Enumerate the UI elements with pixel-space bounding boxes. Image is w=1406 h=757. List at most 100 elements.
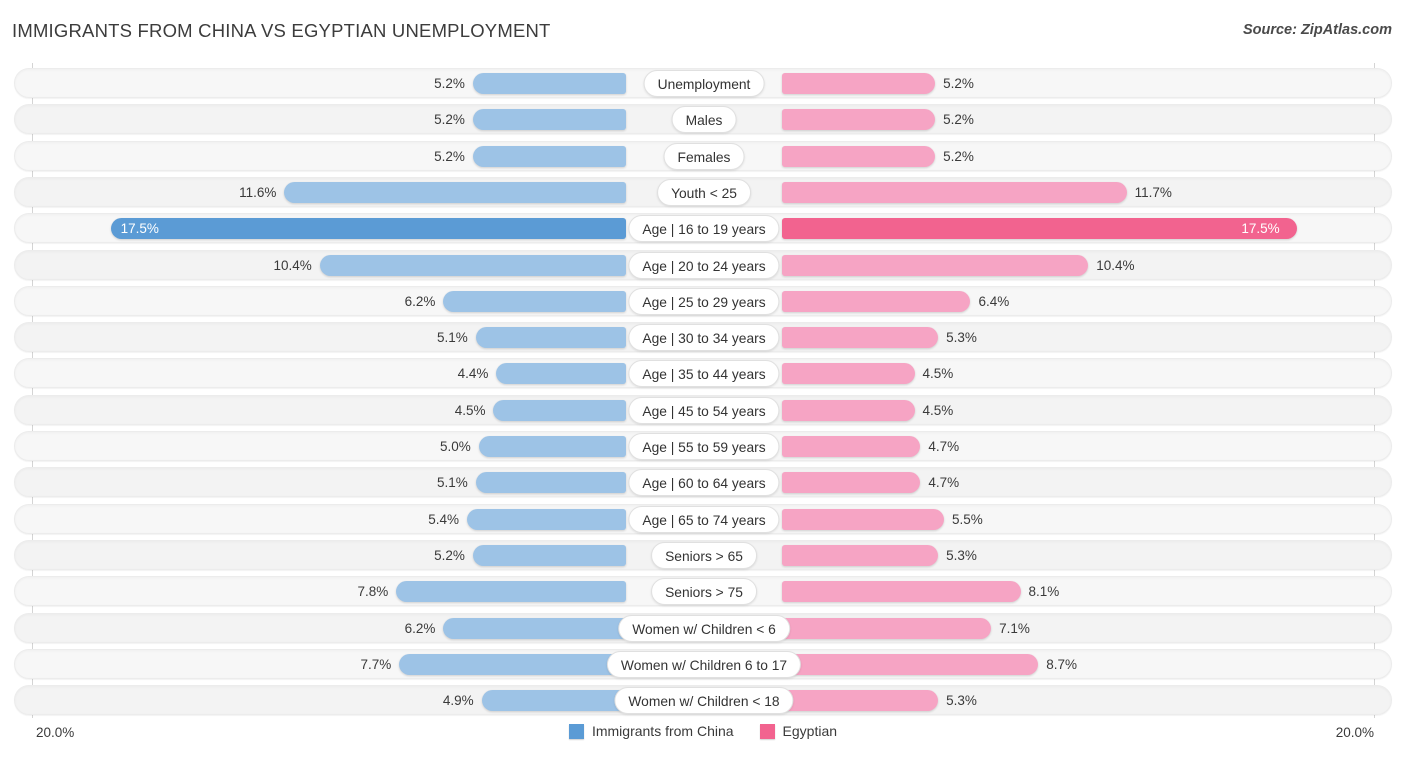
- category-label-pill[interactable]: Age | 60 to 64 years: [628, 469, 780, 497]
- value-label-right: 5.3%: [946, 693, 977, 709]
- value-label-left-inside: 17.5%: [120, 221, 159, 237]
- bar-right-egyptian[interactable]: [782, 472, 921, 494]
- value-label-left: 5.0%: [439, 439, 471, 454]
- table-row[interactable]: 4.5% 4.5% Age | 45 to 54 years: [14, 394, 1392, 425]
- chart-header: IMMIGRANTS FROM CHINA VS EGYPTIAN UNEMPL…: [0, 0, 1406, 60]
- category-label-pill[interactable]: Age | 30 to 34 years: [628, 324, 780, 352]
- bar-right-egyptian[interactable]: [782, 218, 1298, 240]
- category-label-pill[interactable]: Age | 65 to 74 years: [628, 505, 780, 533]
- bar-right-egyptian[interactable]: [782, 254, 1089, 276]
- value-label-right: 5.3%: [946, 330, 977, 346]
- bar-left-immigrants-from-china[interactable]: [472, 73, 626, 94]
- chart-plot-area: 5.2% 5.2% Unemployment 5.2% 5.2% Males 5.2% 5.2…: [0, 63, 1406, 718]
- bar-right-egyptian[interactable]: [782, 544, 939, 566]
- table-row[interactable]: 10.4% 10.4% Age | 20 to 24 years: [14, 249, 1392, 280]
- bar-left-immigrants-from-china[interactable]: [472, 145, 626, 167]
- value-label-right: 5.2%: [943, 148, 974, 164]
- bar-right-egyptian[interactable]: [782, 145, 936, 167]
- bar-right-egyptian[interactable]: [782, 581, 1021, 603]
- table-row[interactable]: 5.1% 5.3% Age | 30 to 34 years: [14, 322, 1392, 353]
- bar-right-egyptian[interactable]: [782, 327, 939, 349]
- value-label-left: 5.1%: [437, 330, 468, 346]
- table-row[interactable]: 5.2% 5.2% Males: [14, 104, 1392, 135]
- category-label-pill[interactable]: Unemployment: [643, 70, 765, 97]
- value-label-right: 5.5%: [951, 511, 983, 527]
- bar-left-immigrants-from-china[interactable]: [472, 544, 626, 566]
- value-label-left: 7.7%: [360, 656, 392, 672]
- bar-left-immigrants-from-china[interactable]: [475, 472, 626, 494]
- bar-right-egyptian[interactable]: [782, 181, 1127, 203]
- bar-right-egyptian[interactable]: [782, 436, 921, 457]
- bar-left-immigrants-from-china[interactable]: [443, 290, 626, 312]
- bar-left-immigrants-from-china[interactable]: [319, 254, 626, 276]
- bar-right-egyptian[interactable]: [782, 290, 971, 312]
- value-label-left: 4.9%: [442, 693, 474, 709]
- table-row[interactable]: 11.6% 11.7% Youth < 25: [14, 176, 1392, 207]
- category-label-pill[interactable]: Seniors > 75: [651, 578, 757, 606]
- category-label-pill[interactable]: Females: [663, 142, 745, 170]
- value-label-right: 7.1%: [999, 620, 1030, 636]
- legend-immigrants-from-china[interactable]: Immigrants from China: [568, 723, 734, 739]
- bar-left-immigrants-from-china[interactable]: [496, 363, 626, 385]
- value-label-right: 4.5%: [922, 366, 954, 382]
- table-row[interactable]: 5.0% 4.7% Age | 55 to 59 years: [14, 431, 1392, 461]
- value-label-right: 5.3%: [946, 547, 977, 563]
- table-row[interactable]: 4.4% 4.5% Age | 35 to 44 years: [14, 358, 1392, 389]
- category-label-pill[interactable]: Age | 35 to 44 years: [628, 360, 780, 388]
- bar-left-immigrants-from-china[interactable]: [466, 508, 626, 530]
- table-row[interactable]: 7.8% 8.1% Seniors > 75: [14, 576, 1392, 607]
- source-attribution: Source: ZipAtlas.com: [1242, 22, 1392, 38]
- value-label-left: 5.2%: [434, 76, 465, 91]
- table-row[interactable]: 5.2% 5.3% Seniors > 65: [14, 539, 1392, 570]
- category-label-pill[interactable]: Age | 25 to 29 years: [628, 287, 780, 315]
- table-row[interactable]: 6.2% 6.4% Age | 25 to 29 years: [14, 285, 1392, 316]
- category-label-pill[interactable]: Age | 55 to 59 years: [628, 433, 780, 460]
- bar-left-immigrants-from-china[interactable]: [493, 399, 626, 421]
- value-label-right: 6.4%: [978, 293, 1010, 309]
- bar-right-egyptian[interactable]: [782, 653, 1039, 675]
- bar-right-egyptian[interactable]: [782, 109, 936, 131]
- bar-left-immigrants-from-china[interactable]: [472, 109, 626, 131]
- bar-right-egyptian[interactable]: [782, 617, 992, 639]
- category-label-pill[interactable]: Age | 16 to 19 years: [628, 215, 780, 243]
- bar-right-egyptian[interactable]: [782, 363, 915, 385]
- legend-label: Immigrants from China: [591, 723, 734, 739]
- table-row[interactable]: 7.7% 8.7% Women w/ Children 6 to 17: [14, 648, 1392, 679]
- chart-legend: Immigrants from China Egyptian: [0, 723, 1406, 739]
- bar-left-immigrants-from-china[interactable]: [399, 653, 626, 675]
- bar-right-egyptian[interactable]: [782, 73, 936, 94]
- table-row[interactable]: 5.1% 4.7% Age | 60 to 64 years: [14, 467, 1392, 498]
- bar-left-immigrants-from-china[interactable]: [475, 327, 626, 349]
- table-row[interactable]: 17.5% 17.5% Age | 16 to 19 years: [14, 213, 1392, 244]
- bar-left-immigrants-from-china[interactable]: [481, 690, 626, 712]
- table-row[interactable]: 5.4% 5.5% Age | 65 to 74 years: [14, 503, 1392, 534]
- bar-left-immigrants-from-china[interactable]: [110, 218, 626, 240]
- category-label-pill[interactable]: Women w/ Children < 18: [614, 687, 794, 715]
- bar-right-egyptian[interactable]: [782, 399, 915, 421]
- category-label-pill[interactable]: Women w/ Children < 6: [618, 614, 790, 642]
- value-label-right: 4.7%: [928, 475, 960, 491]
- bar-left-immigrants-from-china[interactable]: [284, 181, 626, 203]
- category-label-pill[interactable]: Women w/ Children 6 to 17: [606, 650, 802, 678]
- value-label-right: 11.7%: [1134, 184, 1172, 200]
- legend-egyptian[interactable]: Egyptian: [759, 723, 837, 739]
- bar-left-immigrants-from-china[interactable]: [478, 436, 626, 457]
- table-row[interactable]: 5.2% 5.2% Females: [14, 140, 1392, 171]
- table-row[interactable]: 6.2% 7.1% Women w/ Children < 6: [14, 612, 1392, 643]
- value-label-left: 6.2%: [404, 293, 436, 309]
- value-label-right: 8.7%: [1046, 656, 1077, 672]
- legend-swatch-icon: [759, 723, 775, 739]
- bar-left-immigrants-from-china[interactable]: [443, 617, 626, 639]
- value-label-right: 8.1%: [1028, 584, 1060, 600]
- category-label-pill[interactable]: Seniors > 65: [651, 541, 757, 569]
- bar-right-egyptian[interactable]: [782, 508, 944, 530]
- table-row[interactable]: 5.2% 5.2% Unemployment: [14, 68, 1392, 98]
- category-label-pill[interactable]: Age | 45 to 54 years: [628, 396, 780, 424]
- bar-right-egyptian[interactable]: [782, 690, 939, 712]
- category-label-pill[interactable]: Youth < 25: [657, 178, 751, 206]
- category-label-pill[interactable]: Males: [671, 106, 737, 134]
- value-label-left: 5.2%: [434, 112, 465, 128]
- table-row[interactable]: 4.9% 5.3% Women w/ Children < 18: [14, 685, 1392, 716]
- category-label-pill[interactable]: Age | 20 to 24 years: [628, 251, 780, 279]
- bar-left-immigrants-from-china[interactable]: [396, 581, 626, 603]
